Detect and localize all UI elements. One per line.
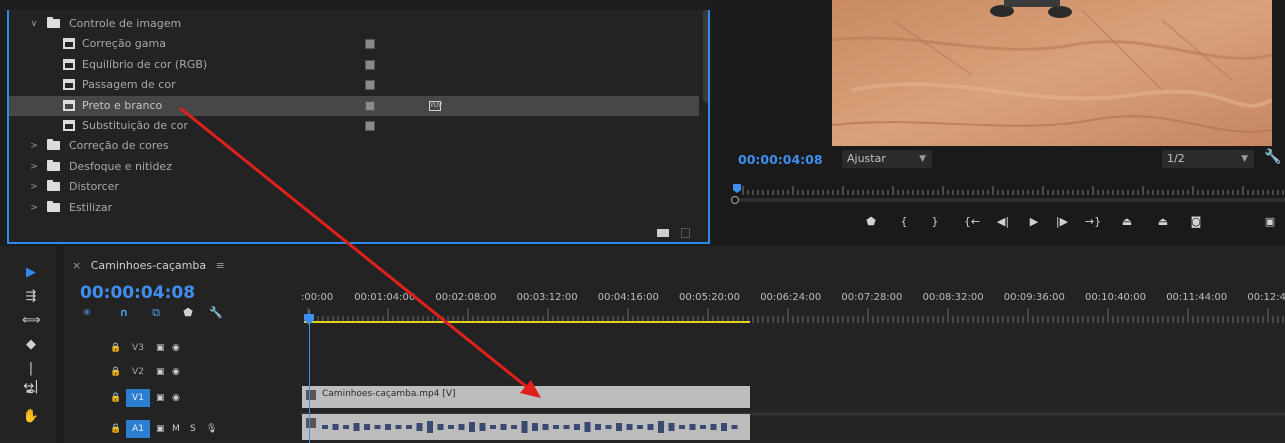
annotation-arrow [179,106,541,398]
